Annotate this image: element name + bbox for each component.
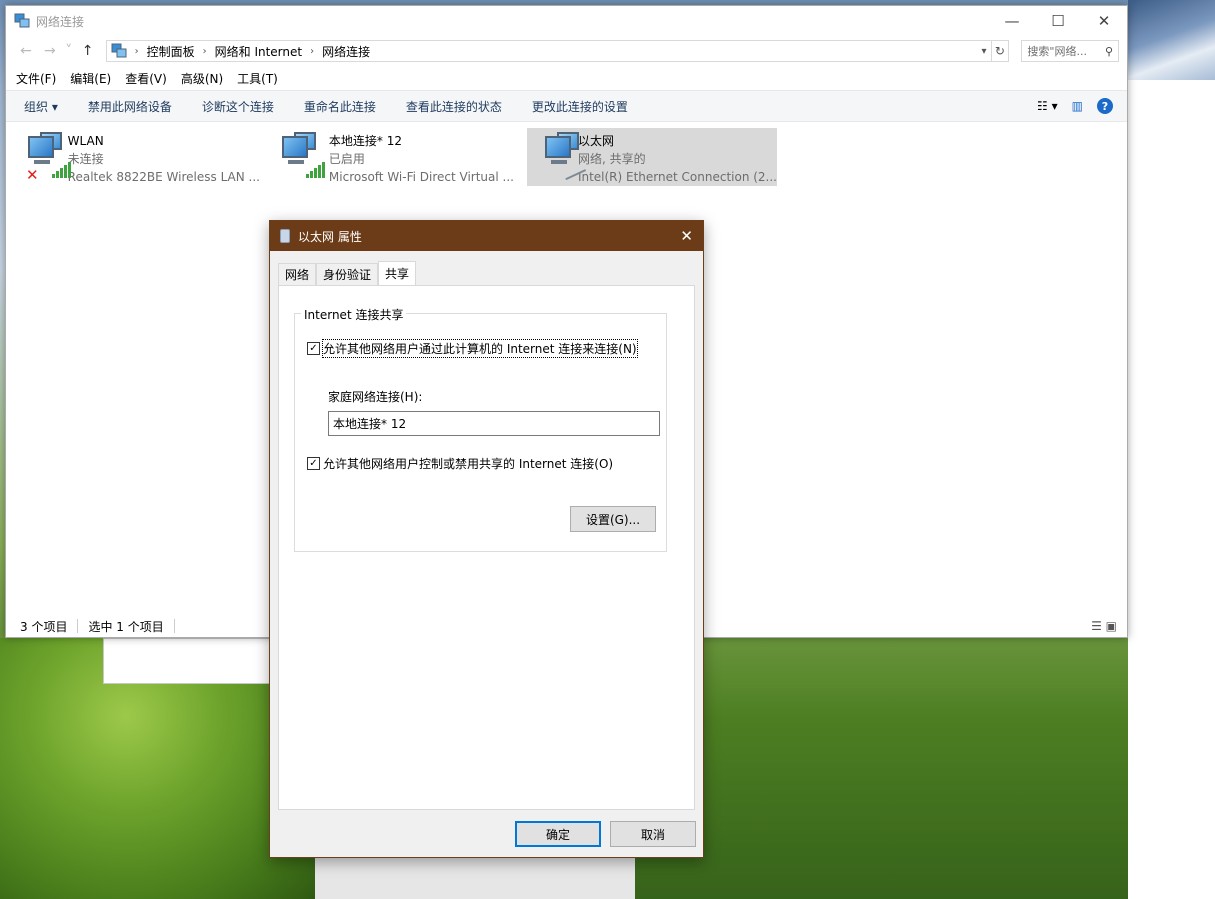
allow-share-row[interactable]: ✓ 允许其他网络用户通过此计算机的 Internet 连接来连接(N): [307, 339, 638, 358]
up-arrow-icon[interactable]: ↑: [76, 43, 100, 59]
sharing-tab-pane: Internet 连接共享 ✓ 允许其他网络用户通过此计算机的 Internet…: [278, 285, 695, 810]
allow-control-row[interactable]: ✓ 允许其他网络用户控制或禁用共享的 Internet 连接(O): [307, 455, 613, 472]
back-arrow-icon[interactable]: ←: [14, 43, 38, 59]
desktop-background-panel: [1128, 80, 1215, 899]
minimize-button[interactable]: —: [989, 6, 1035, 36]
home-network-value: 本地连接* 12: [333, 417, 407, 431]
location-icon: [111, 43, 127, 59]
connection-device: Intel(R) Ethernet Connection (2...: [577, 170, 777, 184]
explorer-titlebar: 网络连接 — ☐ ✕: [6, 6, 1127, 36]
refresh-icon[interactable]: ↻: [991, 40, 1010, 62]
menu-advanced[interactable]: 高级(N): [181, 70, 223, 87]
menu-edit[interactable]: 编辑(E): [70, 70, 111, 87]
item-count: 3 个项目: [20, 619, 68, 634]
details-view-icon[interactable]: ☰ ▣: [1091, 619, 1117, 633]
ethernet-network-icon: [541, 132, 587, 182]
close-button[interactable]: ✕: [1081, 6, 1127, 36]
connection-device: Realtek 8822BE Wireless LAN ...: [67, 170, 260, 184]
wireless-network-icon: ✕: [24, 132, 71, 184]
home-network-label: 家庭网络连接(H):: [328, 390, 423, 404]
connection-name: 以太网: [577, 134, 614, 148]
organize-button[interactable]: 组织 ▾: [24, 98, 58, 115]
search-box[interactable]: 搜索"网络... ⚲: [1021, 40, 1120, 62]
home-network-field[interactable]: 本地连接* 12: [328, 411, 660, 436]
change-view-icon[interactable]: ☷ ▾: [1037, 99, 1058, 113]
connection-name: WLAN: [67, 134, 104, 148]
connection-device: Microsoft Wi-Fi Direct Virtual ...: [328, 170, 514, 184]
address-bar[interactable]: › 控制面板 › 网络和 Internet › 网络连接 ▾: [105, 40, 992, 62]
connection-item-wlan[interactable]: ✕ WLAN 未连接 Realtek 8822BE Wireless LAN .…: [10, 128, 260, 186]
allow-share-checkbox[interactable]: ✓: [307, 342, 320, 355]
connection-item-ethernet[interactable]: 以太网 网络, 共享的 Intel(R) Ethernet Connection…: [527, 128, 777, 186]
search-icon[interactable]: ⚲: [1105, 45, 1113, 58]
wireless-network-icon: [278, 132, 325, 182]
dialog-tabs: 网络 身份验证 共享: [278, 261, 417, 285]
dialog-title: 以太网 属性: [298, 229, 362, 244]
menu-file[interactable]: 文件(F): [16, 70, 56, 87]
connection-status: 网络, 共享的: [577, 152, 646, 166]
dialog-titlebar: 以太网 属性 ✕: [270, 221, 703, 251]
tab-network[interactable]: 网络: [278, 263, 317, 285]
forward-arrow-icon[interactable]: →: [38, 43, 62, 59]
change-settings-button[interactable]: 更改此连接的设置: [532, 98, 628, 115]
menu-tools[interactable]: 工具(T): [237, 70, 278, 87]
allow-control-checkbox[interactable]: ✓: [307, 457, 320, 470]
cancel-button[interactable]: 取消: [610, 821, 696, 847]
address-row: ← → ˅ ↑ › 控制面板 › 网络和 Internet › 网络连接 ▾ ↻…: [6, 36, 1127, 66]
tab-authentication[interactable]: 身份验证: [316, 263, 379, 285]
dialog-close-icon[interactable]: ✕: [680, 227, 693, 245]
network-connections-icon: [14, 13, 30, 29]
address-dropdown-icon[interactable]: ▾: [981, 46, 986, 57]
recent-locations-chevron-icon[interactable]: ˅: [62, 43, 76, 59]
ics-group-label: Internet 连接共享: [301, 306, 407, 323]
help-icon[interactable]: ?: [1097, 98, 1113, 114]
ok-button[interactable]: 确定: [515, 821, 601, 847]
connection-status: 未连接: [67, 152, 104, 166]
search-input[interactable]: 搜索"网络...: [1027, 43, 1087, 59]
rename-button[interactable]: 重命名此连接: [304, 98, 376, 115]
allow-control-label[interactable]: 允许其他网络用户控制或禁用共享的 Internet 连接(O): [323, 455, 613, 472]
ethernet-properties-dialog: 以太网 属性 ✕ 网络 身份验证 共享 Internet 连接共享 ✓ 允许其他…: [269, 220, 704, 858]
view-status-button[interactable]: 查看此连接的状态: [406, 98, 502, 115]
menu-view[interactable]: 查看(V): [125, 70, 167, 87]
background-window: [103, 638, 270, 684]
allow-share-label[interactable]: 允许其他网络用户通过此计算机的 Internet 连接来连接(N): [322, 339, 638, 358]
breadcrumb-chevron-icon[interactable]: ›: [135, 46, 139, 57]
connection-name: 本地连接* 12: [328, 134, 402, 148]
connection-status: 已启用: [328, 152, 365, 166]
tab-sharing[interactable]: 共享: [378, 261, 417, 285]
command-bar: 组织 ▾ 禁用此网络设备 诊断这个连接 重命名此连接 查看此连接的状态 更改此连…: [6, 90, 1127, 122]
breadcrumb-chevron-icon[interactable]: ›: [203, 46, 207, 57]
breadcrumb-item[interactable]: 控制面板: [147, 43, 195, 60]
desktop-wallpaper-mountain: [1128, 0, 1215, 80]
preview-pane-icon[interactable]: ▥: [1072, 99, 1083, 113]
settings-button[interactable]: 设置(G)...: [570, 506, 656, 532]
breadcrumb-item[interactable]: 网络和 Internet: [215, 43, 302, 60]
window-title: 网络连接: [36, 14, 85, 29]
selected-count: 选中 1 个项目: [88, 619, 164, 634]
disable-device-button[interactable]: 禁用此网络设备: [88, 98, 172, 115]
adapter-icon: [280, 229, 290, 243]
breadcrumb-chevron-icon[interactable]: ›: [310, 46, 314, 57]
breadcrumb-item[interactable]: 网络连接: [322, 43, 370, 60]
connection-item-local-12[interactable]: 本地连接* 12 已启用 Microsoft Wi-Fi Direct Virt…: [264, 128, 514, 186]
disconnected-x-icon: ✕: [26, 166, 39, 184]
diagnose-button[interactable]: 诊断这个连接: [202, 98, 274, 115]
maximize-button[interactable]: ☐: [1035, 6, 1081, 36]
background-window-bottom: [315, 858, 635, 899]
menu-bar: 文件(F) 编辑(E) 查看(V) 高级(N) 工具(T): [6, 66, 1127, 90]
ics-groupbox: Internet 连接共享 ✓ 允许其他网络用户通过此计算机的 Internet…: [294, 306, 667, 552]
